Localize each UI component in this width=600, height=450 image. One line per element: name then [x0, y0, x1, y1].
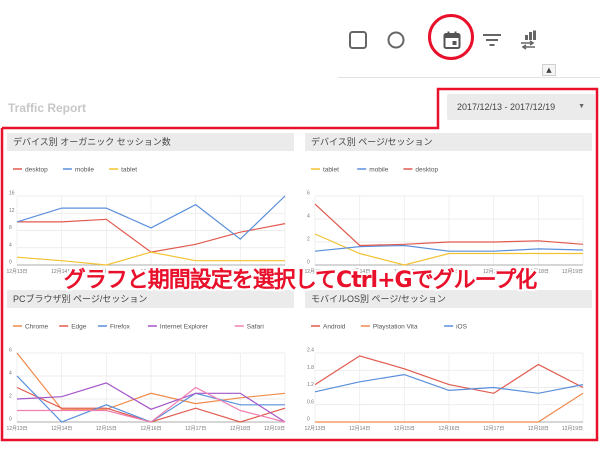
x-tick-label: 12月18日: [528, 426, 549, 432]
y-tick-label: 2: [9, 394, 12, 400]
x-tick-label: 12月19日: [264, 426, 285, 432]
legend-label: mobile: [75, 167, 95, 174]
chart-device-pages-per-session[interactable]: デバイス別 ページ/セッション tablet mobile desktop 0 2 4 6 1…: [305, 133, 592, 275]
date-range-value: 2017/12/13 - 2017/12/19: [457, 102, 556, 112]
legend-label: Firefox: [110, 324, 131, 331]
y-tick-label: 2.4: [307, 348, 314, 354]
y-tick-label: 2: [307, 237, 310, 243]
x-tick-label: 12月17日: [483, 426, 504, 432]
chart-device-organic-sessions[interactable]: デバイス別 オーガニック セッション数 desktop mobile tablet 0…: [7, 133, 294, 275]
report-editor: ▲ Traffic Report 2017/12/13 - 2017/12/19…: [0, 0, 600, 450]
line-chart: tablet mobile desktop024612月13日 12月14日 12月15…: [305, 167, 584, 275]
chart-pc-browser-pages-per-session[interactable]: PCブラウザ別 ページ/セッション Chrome Edge Firefox Inter…: [7, 290, 294, 432]
y-tick-label: 4: [9, 371, 12, 377]
chart-title: デバイス別 ページ/セッション: [305, 133, 592, 151]
legend-label: Android: [323, 324, 346, 331]
y-tick-label: 0: [307, 417, 310, 423]
rectangle-tool-button[interactable]: [346, 28, 370, 52]
line-chart: Android Playstation Vita iOS 0 0.6 1.2 1.8 2.4 1…: [305, 324, 584, 432]
legend-label: Internet Explorer: [160, 324, 209, 331]
legend-label: Playstation Vita: [373, 324, 418, 331]
y-tick-label: 1.8: [307, 365, 314, 371]
square-icon: [349, 31, 367, 49]
report-title: Traffic Report: [8, 101, 87, 115]
instruction-caption: グラフと期間設定を選択してCtrl+Gでグループ化: [63, 268, 538, 293]
circle-icon: [387, 31, 405, 49]
y-tick-label: 12: [9, 208, 15, 214]
legend-label: desktop: [25, 167, 48, 174]
chart-title: デバイス別 オーガニック セッション数: [7, 133, 294, 151]
x-tick-label: 12月17日: [185, 426, 206, 432]
y-tick-label: 6: [9, 348, 12, 354]
x-tick-label: 12月18日: [230, 426, 251, 432]
x-tick-label: 12月13日: [7, 426, 28, 432]
filter-tool-button[interactable]: [480, 28, 504, 52]
y-tick-label: 16: [9, 191, 15, 197]
circle-tool-button[interactable]: [384, 28, 408, 52]
y-tick-label: 4: [307, 214, 310, 220]
date-range-tool-button[interactable]: [440, 28, 464, 52]
line-chart: Chrome Edge Firefox Internet Explorer Safari…: [7, 324, 286, 432]
x-tick-label: 12月19日: [562, 426, 583, 432]
legend-label: tablet: [323, 167, 339, 174]
y-tick-label: 6: [307, 191, 310, 197]
x-tick-label: 12月13日: [305, 426, 326, 432]
x-tick-label: 12月14日: [349, 426, 370, 432]
legend-label: Safari: [247, 324, 264, 331]
sort-icon: [521, 30, 536, 50]
date-range-selector[interactable]: 2017/12/13 - 2017/12/19 ▼: [447, 94, 595, 120]
x-tick-label: 12月16日: [140, 426, 161, 432]
toolbar: ▲: [338, 8, 600, 78]
calendar-icon: [443, 31, 461, 49]
x-tick-label: 12月15日: [96, 426, 117, 432]
chart-mobile-os-pages-per-session[interactable]: モバイルOS別 ページ/セッション Android Playstation Vit…: [305, 290, 592, 432]
line-chart: desktop mobile tablet048121612月13日 12月14日 12…: [7, 167, 286, 275]
filter-icon: [483, 34, 501, 46]
y-tick-label: 4: [9, 242, 12, 248]
x-tick-label: 12月14日: [51, 426, 72, 432]
x-tick-label: 12月15日: [394, 426, 415, 432]
legend-label: mobile: [369, 167, 389, 174]
y-tick-label: 1.2: [307, 382, 314, 388]
x-tick-label: 12月16日: [438, 426, 459, 432]
horizontal-scrollbar[interactable]: ▲: [338, 62, 574, 78]
chevron-down-icon: ▼: [578, 103, 585, 110]
legend-label: tablet: [121, 167, 137, 174]
sort-tool-button[interactable]: [516, 28, 540, 52]
legend-label: desktop: [415, 167, 438, 174]
y-tick-label: 0: [9, 417, 12, 423]
legend-label: Edge: [71, 324, 87, 331]
y-tick-label: 8: [9, 225, 12, 231]
scroll-up-arrow-icon[interactable]: ▲: [542, 64, 556, 76]
y-tick-label: 0.6: [307, 399, 314, 405]
legend-label: iOS: [456, 324, 468, 331]
legend-label: Chrome: [25, 324, 49, 331]
